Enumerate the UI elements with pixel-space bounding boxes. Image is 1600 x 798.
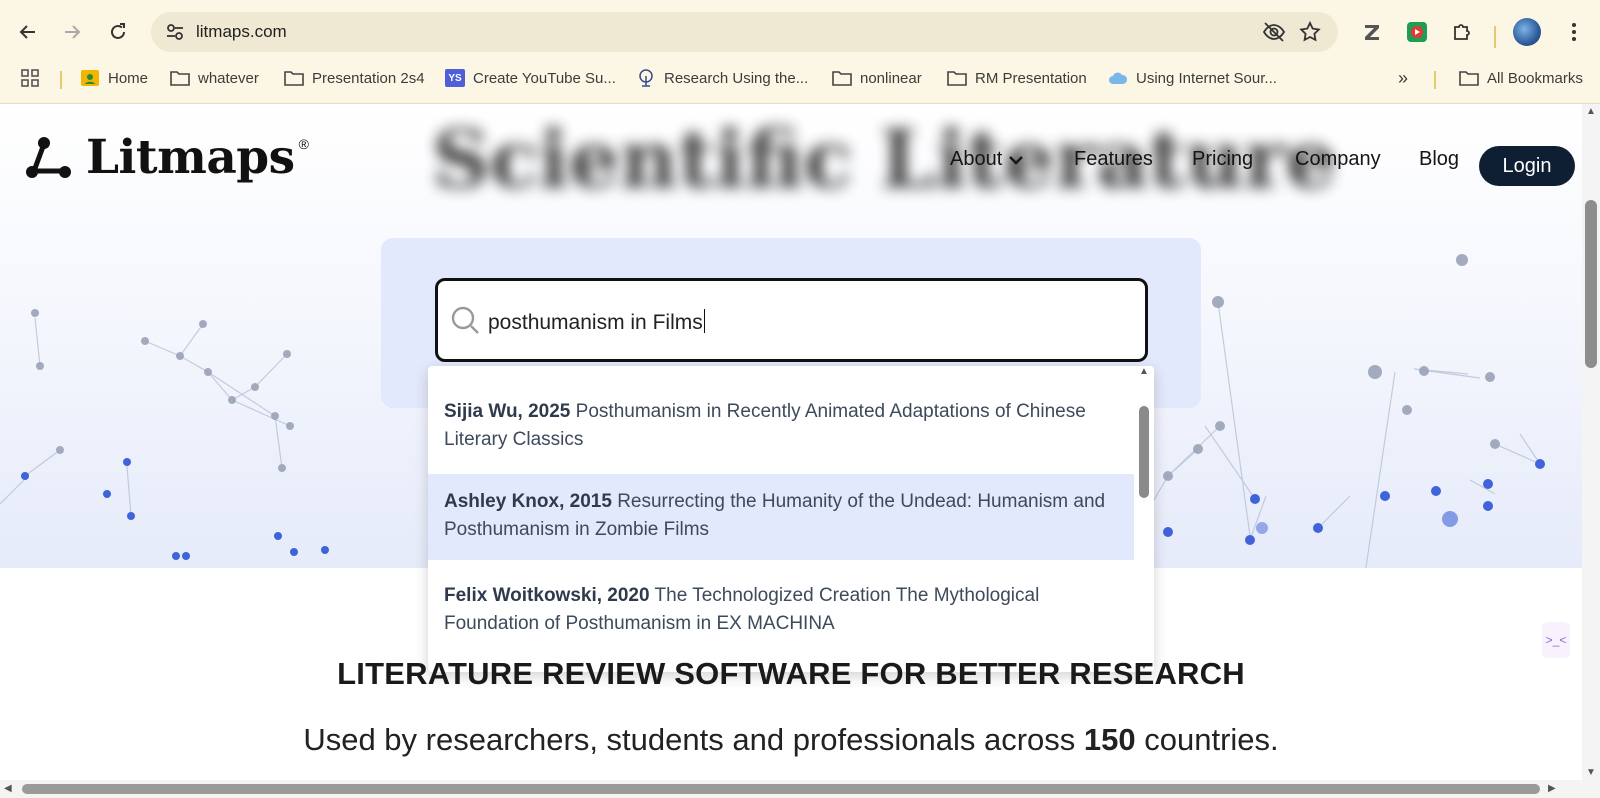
- registered-mark: ®: [298, 136, 309, 152]
- more-bookmarks-button[interactable]: »: [1398, 66, 1408, 90]
- bookmark-label: Presentation 2s4: [312, 69, 425, 87]
- bookmark-whatever[interactable]: whatever: [170, 66, 259, 90]
- cloud-icon: [1108, 69, 1128, 87]
- folder-icon: [284, 69, 304, 87]
- bookmarks-separator: [1434, 71, 1436, 89]
- login-button[interactable]: Login: [1479, 146, 1575, 186]
- logo-wordmark: Litmaps: [86, 130, 295, 185]
- bookmark-label: nonlinear: [860, 69, 922, 87]
- page-horizontal-scrollbar[interactable]: ◀ ▶: [0, 780, 1600, 798]
- side-widget-button[interactable]: >_<: [1542, 622, 1570, 658]
- bookmark-rm-presentation[interactable]: RM Presentation: [947, 66, 1087, 90]
- nav-blog[interactable]: Blog: [1419, 148, 1459, 171]
- page-vertical-scrollbar[interactable]: ▲ ▼: [1582, 104, 1600, 780]
- zotero-extension-button[interactable]: [1356, 16, 1388, 48]
- tree-logo-icon: [636, 69, 656, 87]
- reload-button[interactable]: [102, 16, 134, 48]
- browser-menu-button[interactable]: [1558, 16, 1590, 48]
- suggestion-author: Felix Woitkowski, 2020: [444, 585, 650, 606]
- scroll-left-arrow-icon[interactable]: ◀: [4, 783, 12, 794]
- apps-button[interactable]: [20, 66, 40, 90]
- search-suggestions-dropdown: Sijia Wu, 2025 Posthumanism in Recently …: [428, 366, 1154, 672]
- back-button[interactable]: [12, 16, 44, 48]
- litmaps-logo[interactable]: Litmaps ®: [24, 134, 309, 181]
- bookmark-label: Home: [108, 69, 149, 87]
- chevron-down-icon: [1009, 155, 1024, 165]
- scroll-down-arrow-icon[interactable]: ▼: [1586, 767, 1596, 778]
- bookmark-label: Research Using the...: [664, 69, 809, 87]
- bookmark-star-icon[interactable]: [1298, 20, 1322, 44]
- record-icon: [1407, 22, 1427, 42]
- classroom-icon: [80, 69, 100, 87]
- folder-icon: [1459, 69, 1479, 87]
- suggestion-item-highlighted[interactable]: Ashley Knox, 2015 Resurrecting the Human…: [428, 474, 1134, 560]
- eye-off-icon[interactable]: [1262, 20, 1286, 44]
- nav-features[interactable]: Features: [1074, 148, 1153, 171]
- litmaps-page: Scientific Literature Litmaps ® About Fe…: [0, 104, 1582, 782]
- url-text: litmaps.com: [196, 22, 287, 41]
- back-arrow-icon: [19, 25, 35, 39]
- ys-icon: YS: [445, 69, 465, 87]
- horizontal-scroll-thumb[interactable]: [22, 784, 1540, 794]
- bookmark-create-youtube[interactable]: YS Create YouTube Su...: [445, 66, 616, 90]
- search-input-value: posthumanism in Films: [488, 309, 706, 335]
- dropdown-scroll-thumb[interactable]: [1139, 406, 1149, 498]
- bookmark-label: Create YouTube Su...: [473, 69, 616, 87]
- bookmark-label: whatever: [198, 69, 259, 87]
- scroll-up-arrow-icon[interactable]: ▲: [1139, 366, 1149, 377]
- bookmark-nonlinear[interactable]: nonlinear: [832, 66, 922, 90]
- bookmark-label: All Bookmarks: [1487, 69, 1583, 87]
- record-extension-button[interactable]: [1401, 16, 1433, 48]
- bookmark-research-using[interactable]: Research Using the...: [636, 66, 808, 90]
- bookmark-presentation-2s4[interactable]: Presentation 2s4: [284, 66, 425, 90]
- suggestion-author: Ashley Knox, 2015: [444, 491, 612, 512]
- extensions-button[interactable]: [1446, 16, 1478, 48]
- litmaps-logo-icon: [26, 137, 71, 178]
- scroll-right-arrow-icon[interactable]: ▶: [1548, 783, 1556, 794]
- site-info-button[interactable]: [159, 16, 191, 48]
- suggestion-item[interactable]: Felix Woitkowski, 2020 The Technologized…: [428, 576, 1134, 646]
- nav-about-label: About: [950, 148, 1003, 170]
- nav-about[interactable]: About: [950, 148, 1024, 171]
- forward-arrow-icon: [65, 25, 81, 39]
- bookmark-label: Using Internet Sour...: [1136, 69, 1277, 87]
- browser-chrome: litmaps.com Home whatever Presentation 2…: [0, 0, 1600, 104]
- folder-icon: [170, 69, 190, 87]
- all-bookmarks-button[interactable]: All Bookmarks: [1459, 66, 1583, 90]
- apps-grid-icon: [21, 69, 39, 87]
- nav-company[interactable]: Company: [1295, 148, 1381, 171]
- tagline: Used by researchers, students and profes…: [303, 722, 1279, 757]
- nav-pricing[interactable]: Pricing: [1192, 148, 1253, 171]
- browser-toolbar: litmaps.com: [0, 8, 1600, 56]
- bookmark-label: RM Presentation: [975, 69, 1087, 87]
- search-input[interactable]: posthumanism in Films: [435, 278, 1148, 362]
- reload-icon: [111, 23, 125, 39]
- bookmarks-bar: Home whatever Presentation 2s4 YS Create…: [0, 62, 1600, 94]
- forward-button[interactable]: [56, 16, 88, 48]
- text-caret: [703, 309, 706, 333]
- zotero-icon: [1365, 25, 1379, 40]
- scroll-up-arrow-icon[interactable]: ▲: [1586, 106, 1596, 117]
- section-headline: LITERATURE REVIEW SOFTWARE FOR BETTER RE…: [337, 656, 1245, 691]
- puzzle-icon: [1454, 24, 1470, 40]
- kebab-menu-icon: [1572, 23, 1576, 41]
- tune-icon: [167, 24, 183, 40]
- folder-icon: [947, 69, 967, 87]
- bookmarks-separator: [60, 71, 62, 89]
- suggestion-author: Sijia Wu, 2025: [444, 401, 571, 422]
- dropdown-scrollbar[interactable]: ▲ ▼: [1134, 366, 1154, 672]
- profile-avatar[interactable]: [1513, 18, 1541, 46]
- folder-icon: [832, 69, 852, 87]
- search-icon: [451, 306, 479, 334]
- address-bar[interactable]: litmaps.com: [151, 12, 1338, 52]
- bookmark-home[interactable]: Home: [80, 66, 148, 90]
- vertical-scroll-thumb[interactable]: [1585, 200, 1597, 368]
- bookmark-using-internet[interactable]: Using Internet Sour...: [1108, 66, 1277, 90]
- toolbar-separator: [1494, 26, 1496, 48]
- country-count: 150: [1083, 722, 1136, 757]
- suggestion-item[interactable]: Sijia Wu, 2025 Posthumanism in Recently …: [428, 390, 1134, 462]
